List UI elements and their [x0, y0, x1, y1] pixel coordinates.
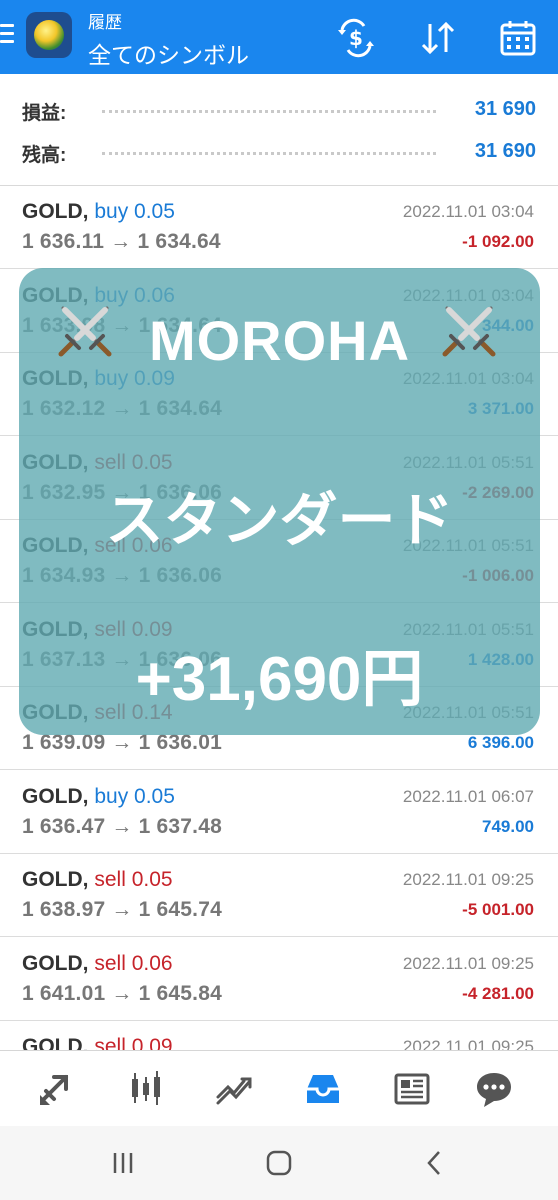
recent-apps-icon[interactable] [108, 1148, 138, 1178]
history-icon[interactable] [303, 1069, 343, 1109]
calendar-icon[interactable] [498, 18, 538, 58]
back-icon[interactable] [420, 1148, 450, 1178]
deal-prices: 1 641.01 → 1 645.84 [22, 981, 222, 1005]
overlay-profit: +31,690円 [135, 645, 424, 714]
news-icon[interactable] [392, 1069, 432, 1109]
profit-label: 損益: [22, 103, 67, 124]
deal-row[interactable]: GOLD, buy 0.05 1 636.11 → 1 634.64 2022.11… [0, 186, 558, 269]
deal-profit: -5 001.00 [462, 900, 534, 919]
deal-profit: -1 092.00 [462, 232, 534, 251]
quotes-icon[interactable] [36, 1069, 76, 1109]
header-subtitle: 履歴 [88, 13, 122, 32]
balance-label: 残高: [22, 145, 67, 166]
bottom-nav [0, 1050, 558, 1126]
menu-icon[interactable] [0, 24, 18, 48]
deal-prices: 1 636.11 → 1 634.64 [22, 230, 221, 253]
deal-time: 2022.11.01 03:04 [402, 202, 534, 221]
deal-symbol: GOLD, sell 0.05 [22, 868, 173, 892]
home-icon[interactable] [264, 1148, 294, 1178]
balance-value: 31 690 [474, 140, 536, 162]
deal-type-volume: buy 0.05 [94, 784, 175, 808]
dotted-leader [102, 152, 436, 155]
deal-row[interactable]: GOLD, buy 0.05 1 636.47 → 1 637.48 2022.11… [0, 770, 558, 854]
app-logo [26, 12, 72, 58]
promo-overlay: MOROHA スタンダード +31,690円 [19, 268, 540, 735]
header-title[interactable]: 全てのシンボル [88, 36, 249, 70]
profit-row: 損益: 31 690 [22, 94, 536, 124]
deal-time: 2022.11.01 06:07 [402, 786, 534, 806]
svg-text:$: $ [349, 26, 363, 50]
currency-filter-icon[interactable]: $ [336, 18, 376, 58]
symbol-name: GOLD, [22, 951, 89, 975]
symbol-name: GOLD, [22, 868, 89, 891]
screen: 履歴 全てのシンボル $ 損益: 31 690 残高: 31 690 GOLD,… [0, 0, 558, 1200]
chat-icon[interactable] [474, 1069, 514, 1109]
dotted-leader [102, 110, 436, 113]
deal-type-volume: sell 0.06 [94, 951, 173, 975]
deal-prices: 1 638.97 → 1 645.74 [22, 898, 222, 921]
deal-symbol: GOLD, sell 0.06 [22, 952, 173, 976]
deal-type-volume: sell 0.05 [94, 868, 173, 891]
crossed-swords-icon [442, 306, 496, 357]
trade-icon[interactable] [214, 1069, 254, 1109]
balance-row: 残高: 31 690 [22, 136, 536, 166]
deal-type-volume: buy 0.05 [94, 200, 175, 223]
deal-profit: 749.00 [482, 816, 534, 836]
deal-symbol: GOLD, buy 0.05 [22, 785, 175, 809]
deal-profit: 6 396.00 [467, 733, 534, 752]
symbol-name: GOLD, [22, 200, 89, 223]
chart-icon[interactable] [126, 1069, 166, 1109]
deal-row[interactable]: GOLD, sell 0.05 1 638.97 → 1 645.74 2022.1… [0, 854, 558, 937]
summary-panel: 損益: 31 690 残高: 31 690 [0, 74, 558, 186]
system-nav-bar [0, 1126, 558, 1200]
deal-time: 2022.11.01 09:25 [402, 953, 534, 973]
deal-row[interactable]: GOLD, sell 0.06 1 641.01 → 1 645.84 2022.1… [0, 937, 558, 1021]
profit-value: 31 690 [474, 98, 536, 120]
deal-symbol: GOLD, buy 0.05 [22, 200, 175, 224]
app-header: 履歴 全てのシンボル $ [0, 0, 558, 74]
deal-prices: 1 636.47 → 1 637.48 [22, 814, 222, 838]
sort-icon[interactable] [418, 18, 458, 58]
deal-profit: -4 281.00 [462, 983, 534, 1003]
overlay-subtitle: スタンダード [105, 488, 454, 553]
symbol-name: GOLD, [22, 784, 89, 808]
deal-time: 2022.11.01 09:25 [402, 870, 534, 889]
